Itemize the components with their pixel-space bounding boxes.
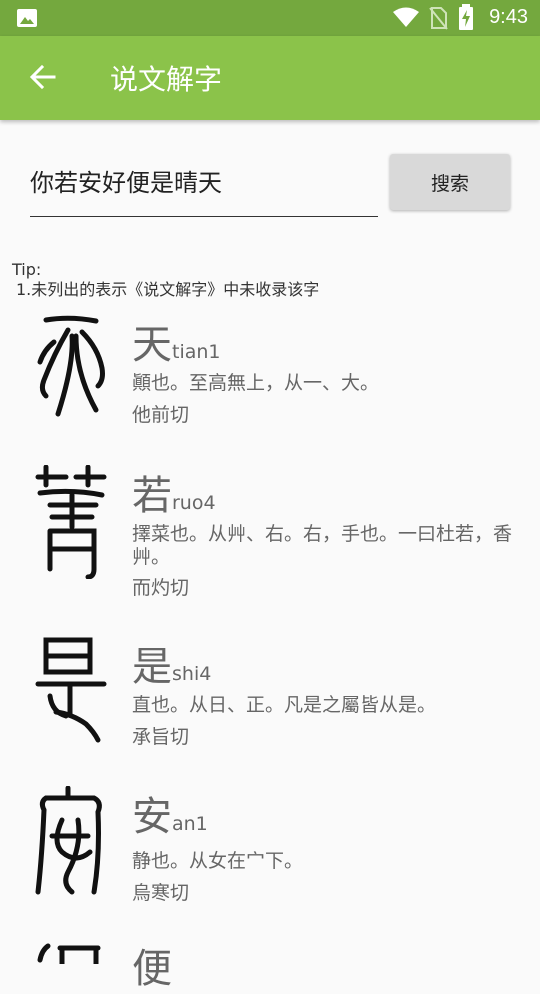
entry-definition: 静也。从女在宀下。 [132,850,304,872]
app-bar: 说文解字 [0,36,540,120]
entry-definition: 擇菜也。从艸、右。右，手也。一曰杜若，香艸。 [132,523,513,568]
page-title: 说文解字 [110,63,223,96]
back-arrow-icon[interactable] [26,60,60,94]
entry-pinyin: an1 [172,813,208,835]
entry-pinyin: shi4 [172,663,212,685]
tip-title: Tip: [12,260,42,279]
entry-definition: 顚也。至高無上，从一、大。 [132,372,380,394]
entry-fanqie: 而灼切 [132,577,190,599]
wifi-icon [393,7,419,27]
entry-pinyin: tian1 [172,341,221,363]
seal-script-glyph-image [35,637,107,743]
status-time: 9:43 [489,6,528,28]
battery-charging-icon [459,4,473,30]
search-button[interactable]: 搜索 [390,154,510,210]
tip-line: 1.未列出的表示《说文解字》中未收录该字 [16,280,320,299]
no-sim-icon [429,7,448,30]
seal-script-glyph-image [37,943,101,964]
search-input[interactable] [30,144,378,217]
seal-script-glyph-image [37,315,105,417]
gallery-notification-icon [17,9,37,27]
entry-char: 安 [132,794,172,840]
tip-text: Tip: 1.未列出的表示《说文解字》中未收录该字 [12,260,319,300]
entry-fanqie: 他前切 [132,404,190,426]
seal-script-glyph-image [35,465,107,579]
entry-fanqie: 烏寒切 [132,882,190,904]
entry-fanqie: 承旨切 [132,726,190,748]
entry-definition: 直也。从日、正。凡是之屬皆从是。 [132,694,437,716]
search-area: 搜索 [0,120,540,260]
entry-pinyin: ruo4 [172,492,216,514]
entry-char: 是 [132,644,172,690]
entry-char: 若 [132,473,172,519]
seal-script-glyph-image [35,786,102,895]
entry-char: 便 [132,946,172,992]
entry-char: 天 [132,322,172,368]
status-bar: 9:43 [0,0,540,36]
